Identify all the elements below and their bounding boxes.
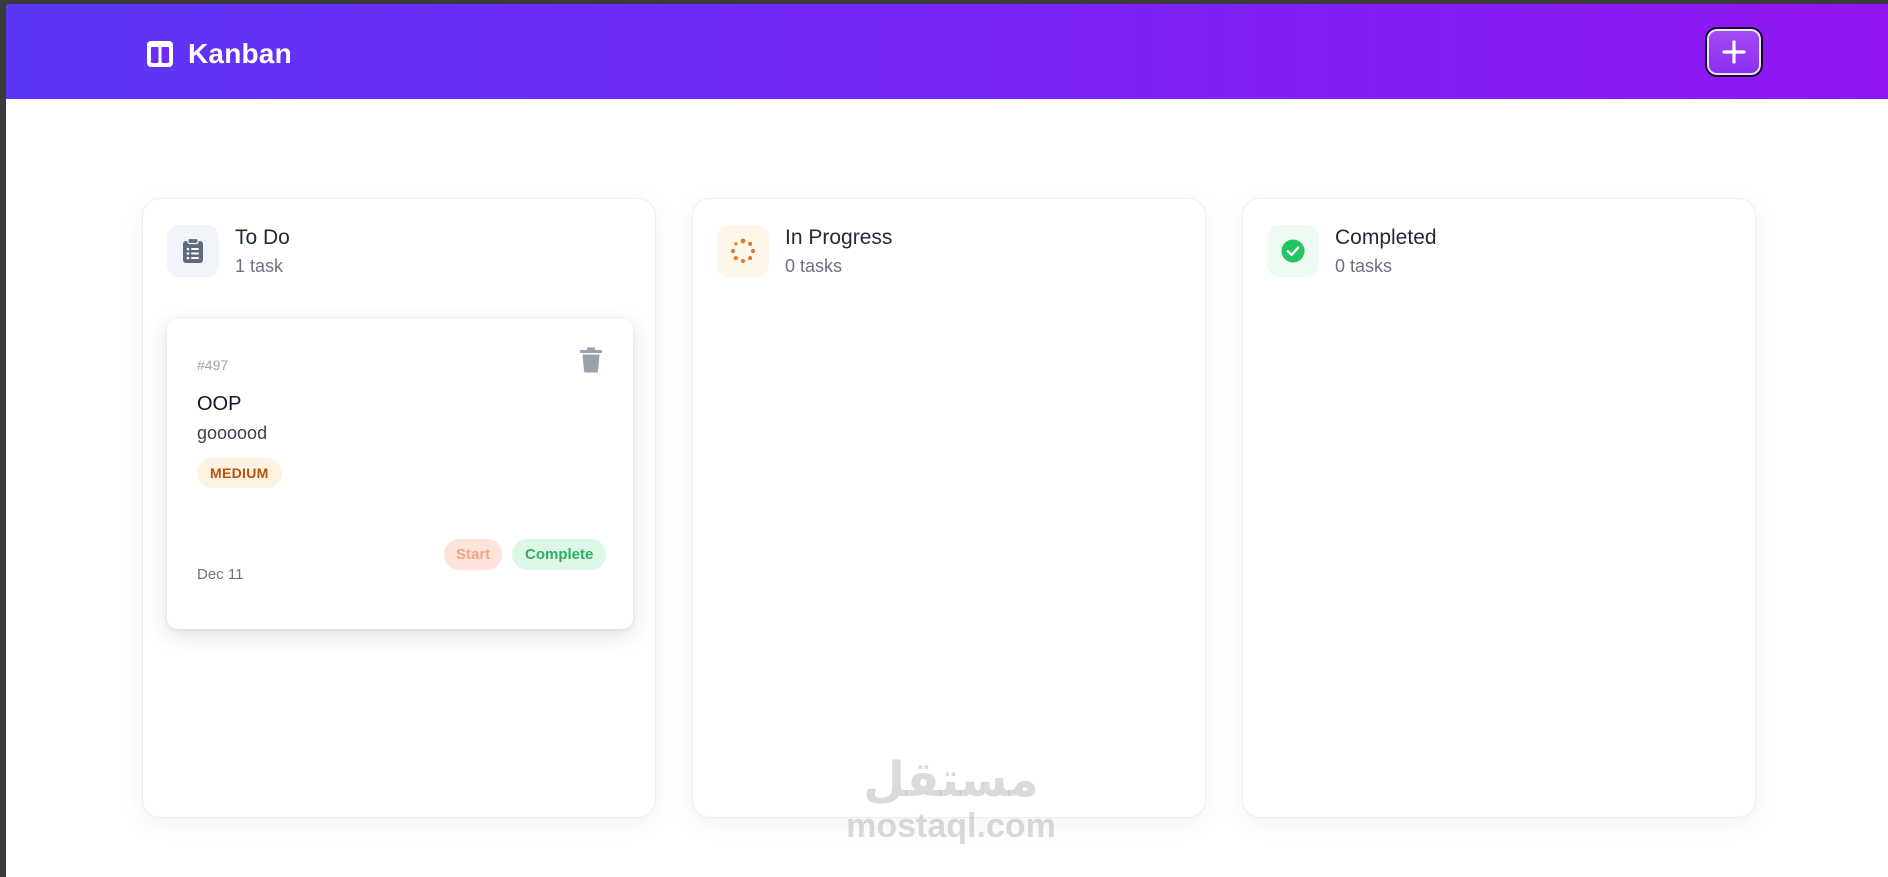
complete-button[interactable]: Complete: [512, 539, 607, 570]
column-task-count: 0 tasks: [785, 255, 843, 276]
priority-badge: MEDIUM: [197, 458, 282, 488]
column-task-count: 0 tasks: [1335, 255, 1393, 276]
plus-icon: [1722, 40, 1746, 64]
start-button[interactable]: Start: [444, 539, 503, 570]
column-heading-text: To Do 1 task: [235, 226, 290, 277]
add-task-button[interactable]: [1705, 27, 1763, 77]
column-icon-box: [1267, 225, 1319, 277]
column-title: To Do: [235, 225, 290, 249]
columns-icon: [147, 41, 173, 67]
column-task-count: 1 task: [235, 255, 284, 276]
column-header: To Do 1 task: [167, 225, 290, 277]
column-header: In Progress 0 tasks: [717, 225, 892, 277]
clipboard-list-icon: [183, 238, 203, 263]
task-date: Dec 11: [197, 566, 244, 583]
column-heading-text: Completed 0 tasks: [1335, 226, 1437, 277]
column-header: Completed 0 tasks: [1267, 225, 1437, 277]
column-icon-box: [717, 225, 769, 277]
column-icon-box: [167, 225, 219, 277]
check-circle-icon: [1281, 239, 1305, 263]
column-in-progress: In Progress 0 tasks: [692, 198, 1206, 818]
task-title: OOP: [197, 393, 242, 415]
column-completed: Completed 0 tasks: [1242, 198, 1756, 818]
trash-icon[interactable]: [579, 347, 603, 373]
column-title: Completed: [1335, 225, 1437, 249]
top-navbar: Kanban: [6, 4, 1888, 99]
spinner-icon: [730, 238, 756, 264]
task-card[interactable]: #497 OOP goooood MEDIUM Dec 11 Start Com…: [167, 319, 633, 629]
brand[interactable]: Kanban: [146, 38, 292, 70]
app-window: Kanban To Do 1 task #497 OOP goooood MED…: [6, 4, 1888, 877]
task-id: #497: [197, 357, 229, 373]
brand-title: Kanban: [188, 38, 292, 69]
task-description: goooood: [197, 423, 268, 443]
column-title: In Progress: [785, 225, 893, 249]
column-heading-text: In Progress 0 tasks: [785, 226, 892, 277]
column-todo: To Do 1 task #497 OOP goooood MEDIUM Dec…: [142, 198, 656, 818]
